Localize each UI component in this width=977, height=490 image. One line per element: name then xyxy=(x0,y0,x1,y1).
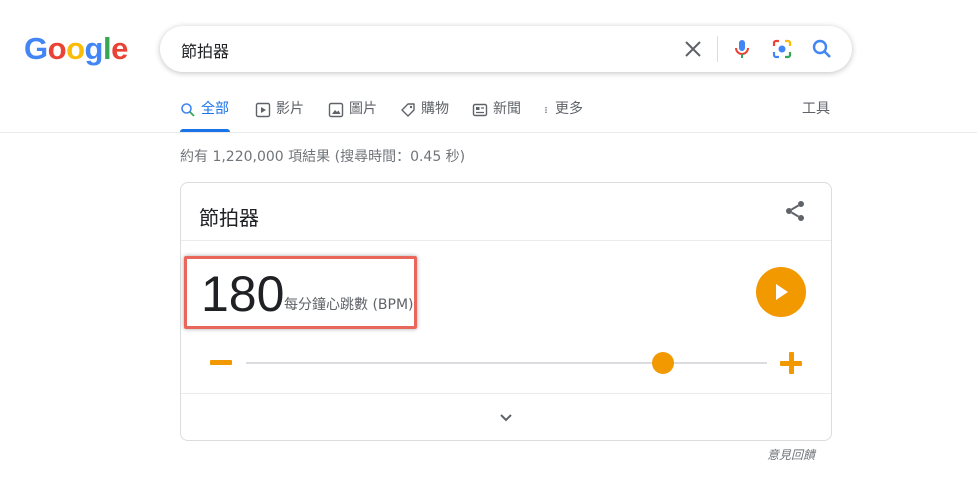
logo-letter: G xyxy=(24,31,48,66)
google-logo[interactable]: Google xyxy=(24,31,128,67)
search-box[interactable]: 節拍器 xyxy=(160,26,852,72)
increase-tempo-button[interactable] xyxy=(780,352,802,374)
tab-label: 新聞 xyxy=(493,101,521,117)
tag-icon xyxy=(401,103,415,117)
tab-label: 更多 xyxy=(555,101,583,117)
logo-letter: e xyxy=(111,31,128,66)
tab-label: 圖片 xyxy=(349,101,377,117)
tab-videos[interactable]: 影片 xyxy=(255,98,304,132)
bpm-display: 180 每分鐘心跳數 (BPM) xyxy=(184,256,417,329)
tab-label: 購物 xyxy=(421,101,449,117)
image-icon xyxy=(328,102,344,118)
share-icon[interactable] xyxy=(783,199,807,223)
play-square-icon xyxy=(255,102,271,118)
result-stats: 約有 1,220,000 項結果 (搜尋時間：0.45 秒) xyxy=(180,149,466,165)
tempo-slider-track[interactable] xyxy=(246,362,767,364)
tab-all[interactable]: 全部 xyxy=(180,98,230,132)
logo-letter: o xyxy=(66,31,85,66)
bpm-unit: 每分鐘心跳數 (BPM) xyxy=(284,297,414,313)
search-tabs: 全部 影片 圖片 購物 新聞 更多 工具 xyxy=(180,98,840,132)
search-input[interactable]: 節拍器 xyxy=(181,38,229,62)
search-icon xyxy=(181,103,195,117)
search-divider xyxy=(717,36,718,62)
logo-letter: g xyxy=(84,31,104,66)
decrease-tempo-button[interactable] xyxy=(210,360,232,365)
tabs-divider xyxy=(0,132,977,133)
logo-letter: o xyxy=(47,31,67,66)
metronome-card: 節拍器 180 每分鐘心跳數 (BPM) xyxy=(180,182,832,441)
tab-label: 影片 xyxy=(276,101,304,117)
card-divider xyxy=(181,393,831,394)
search-icon[interactable] xyxy=(810,37,834,61)
bpm-value: 180 xyxy=(201,266,285,322)
tab-more[interactable]: 更多 xyxy=(544,98,583,132)
tab-shopping[interactable]: 購物 xyxy=(400,98,449,132)
tab-images[interactable]: 圖片 xyxy=(328,98,377,132)
play-button[interactable] xyxy=(756,267,806,317)
card-divider xyxy=(181,240,831,241)
metronome-title: 節拍器 xyxy=(199,206,259,230)
camera-lens-icon[interactable] xyxy=(770,37,794,61)
play-icon xyxy=(776,284,788,300)
chevron-down-icon[interactable] xyxy=(495,407,517,429)
tempo-slider-thumb[interactable] xyxy=(651,352,674,374)
clear-icon[interactable] xyxy=(681,37,705,61)
news-icon xyxy=(472,103,488,117)
tab-news[interactable]: 新聞 xyxy=(472,98,521,132)
tab-label: 全部 xyxy=(201,101,229,117)
tools-button[interactable]: 工具 xyxy=(802,98,830,118)
feedback-link[interactable]: 意見回饋 xyxy=(767,446,815,463)
microphone-icon[interactable] xyxy=(730,37,754,61)
logo-letter: l xyxy=(102,31,112,66)
more-vertical-icon xyxy=(545,107,547,113)
